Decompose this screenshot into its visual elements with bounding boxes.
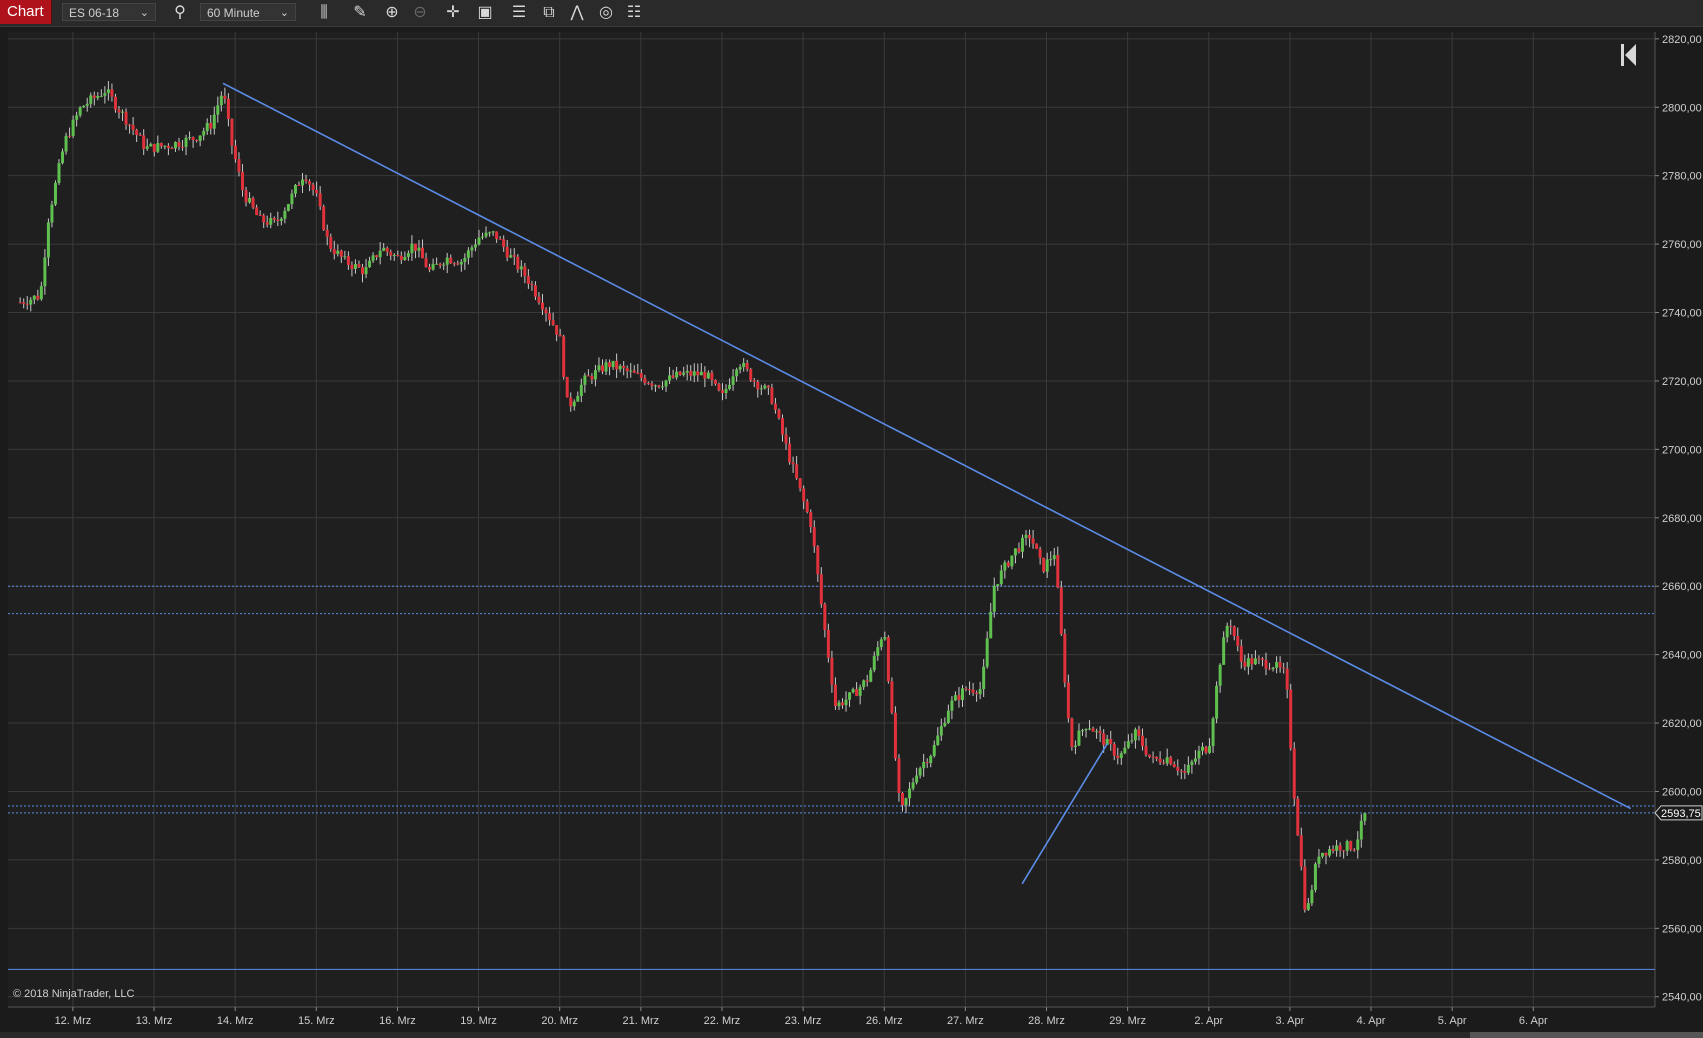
x-tick-label: 4. Apr	[1357, 1015, 1386, 1027]
properties-icon[interactable]: ☷	[623, 3, 645, 23]
down-candle	[890, 677, 894, 715]
instrument-select[interactable]: ES 06-18 ⌄	[62, 3, 156, 21]
x-tick-label: 14. Mrz	[217, 1015, 254, 1027]
y-tick-label: 2540,00	[1662, 992, 1702, 1004]
search-icon[interactable]: ⚲	[169, 3, 191, 23]
up-candle	[1215, 681, 1219, 724]
x-tick-label: 15. Mrz	[298, 1015, 335, 1027]
chart-tab[interactable]: Chart	[0, 0, 52, 24]
down-candle	[1070, 717, 1074, 751]
up-candle	[64, 132, 68, 155]
chart-toolbar: Chart ES 06-18 ⌄ ⚲ 60 Minute ⌄ ⫼ ✎ ⊕ ⊖ ✛…	[0, 0, 1703, 27]
down-candle	[1292, 742, 1296, 806]
x-tick-label: 2. Apr	[1194, 1015, 1223, 1027]
down-candle	[1169, 755, 1173, 766]
x-tick-label: 16. Mrz	[379, 1015, 416, 1027]
pencil-icon[interactable]: ✎	[349, 3, 371, 23]
up-candle	[1313, 862, 1317, 893]
y-tick-label: 2760,00	[1662, 239, 1702, 251]
y-tick-label: 2660,00	[1662, 581, 1702, 593]
indicators-icon[interactable]: ⋀	[566, 3, 588, 23]
y-tick-label: 2780,00	[1662, 171, 1702, 183]
x-tick-label: 29. Mrz	[1109, 1015, 1146, 1027]
down-candle	[1059, 580, 1063, 636]
scroll-to-end-bar	[1621, 44, 1624, 66]
down-candle	[565, 376, 569, 398]
up-candle	[53, 180, 57, 207]
x-tick-label: 23. Mrz	[785, 1015, 822, 1027]
chevron-down-icon: ⌄	[279, 7, 289, 19]
y-tick-label: 2600,00	[1662, 786, 1702, 798]
y-tick-label: 2700,00	[1662, 444, 1702, 456]
down-candle	[886, 635, 890, 684]
x-tick-label: 12. Mrz	[55, 1015, 92, 1027]
down-candle	[562, 334, 566, 380]
down-candle	[749, 367, 753, 382]
columns-icon[interactable]: ☰	[508, 3, 530, 23]
y-tick-label: 2680,00	[1662, 513, 1702, 525]
x-tick-label: 28. Mrz	[1028, 1015, 1065, 1027]
y-tick-label: 2820,00	[1662, 34, 1702, 46]
down-candle	[717, 382, 721, 392]
y-tick-label: 2740,00	[1662, 308, 1702, 320]
up-candle	[286, 203, 290, 212]
down-candle	[893, 706, 897, 761]
instrument-value: ES 06-18	[69, 6, 120, 20]
bar-type-icon[interactable]: ⫼	[313, 3, 335, 23]
zoom-in-icon[interactable]: ⊕	[381, 3, 403, 23]
down-candle	[1289, 683, 1293, 751]
x-tick-label: 22. Mrz	[704, 1015, 741, 1027]
y-tick-label: 2620,00	[1662, 718, 1702, 730]
plot-area	[8, 32, 1655, 1007]
last-price-label: 2593,75	[1661, 808, 1701, 820]
horizontal-scrollbar[interactable]	[0, 1032, 1703, 1038]
down-candle	[777, 408, 781, 420]
x-tick-label: 3. Apr	[1276, 1015, 1305, 1027]
x-tick-label: 21. Mrz	[622, 1015, 659, 1027]
scrollbar-thumb[interactable]	[1470, 1032, 1703, 1038]
y-axis-labels: 2820,00 2800,00 2780,00 2760,00 2740,00 2720,…	[1655, 34, 1702, 1004]
down-candle	[251, 196, 255, 210]
x-tick-label: 27. Mrz	[947, 1015, 984, 1027]
down-candle	[1063, 628, 1067, 688]
interval-value: 60 Minute	[207, 6, 260, 20]
down-candle	[1035, 543, 1039, 550]
x-tick-label: 13. Mrz	[136, 1015, 173, 1027]
down-candle	[1296, 796, 1300, 836]
down-candle	[1042, 557, 1046, 574]
down-candle	[1303, 859, 1307, 913]
zoom-out-icon[interactable]: ⊖	[409, 3, 431, 23]
interval-select[interactable]: 60 Minute ⌄	[200, 3, 296, 21]
x-axis-labels: 12. Mrz 13. Mrz 14. Mrz 15. Mrz 16. Mrz 19. M…	[55, 1007, 1548, 1027]
x-tick-label: 20. Mrz	[541, 1015, 578, 1027]
y-tick-label: 2720,00	[1662, 376, 1702, 388]
y-tick-label: 2800,00	[1662, 102, 1702, 114]
data-box-icon[interactable]: ▣	[474, 3, 496, 23]
y-tick-label: 2560,00	[1662, 923, 1702, 935]
price-chart[interactable]: 2820,00 2800,00 2780,00 2760,00 2740,00 2720,…	[0, 27, 1703, 1032]
x-tick-label: 5. Apr	[1438, 1015, 1467, 1027]
last-price-marker: 2593,75	[1654, 805, 1703, 821]
drawing-tools-icon[interactable]: ⧉	[538, 3, 560, 23]
x-tick-label: 19. Mrz	[460, 1015, 497, 1027]
copyright-text: © 2018 NinjaTrader, LLC	[13, 988, 134, 1000]
y-tick-label: 2640,00	[1662, 650, 1702, 662]
strategies-icon[interactable]: ◎	[595, 3, 617, 23]
chevron-down-icon: ⌄	[139, 7, 149, 19]
down-candle	[322, 204, 326, 231]
crosshair-icon[interactable]: ✛	[442, 3, 464, 23]
x-tick-label: 26. Mrz	[866, 1015, 903, 1027]
x-tick-label: 6. Apr	[1519, 1015, 1548, 1027]
y-tick-label: 2580,00	[1662, 855, 1702, 867]
